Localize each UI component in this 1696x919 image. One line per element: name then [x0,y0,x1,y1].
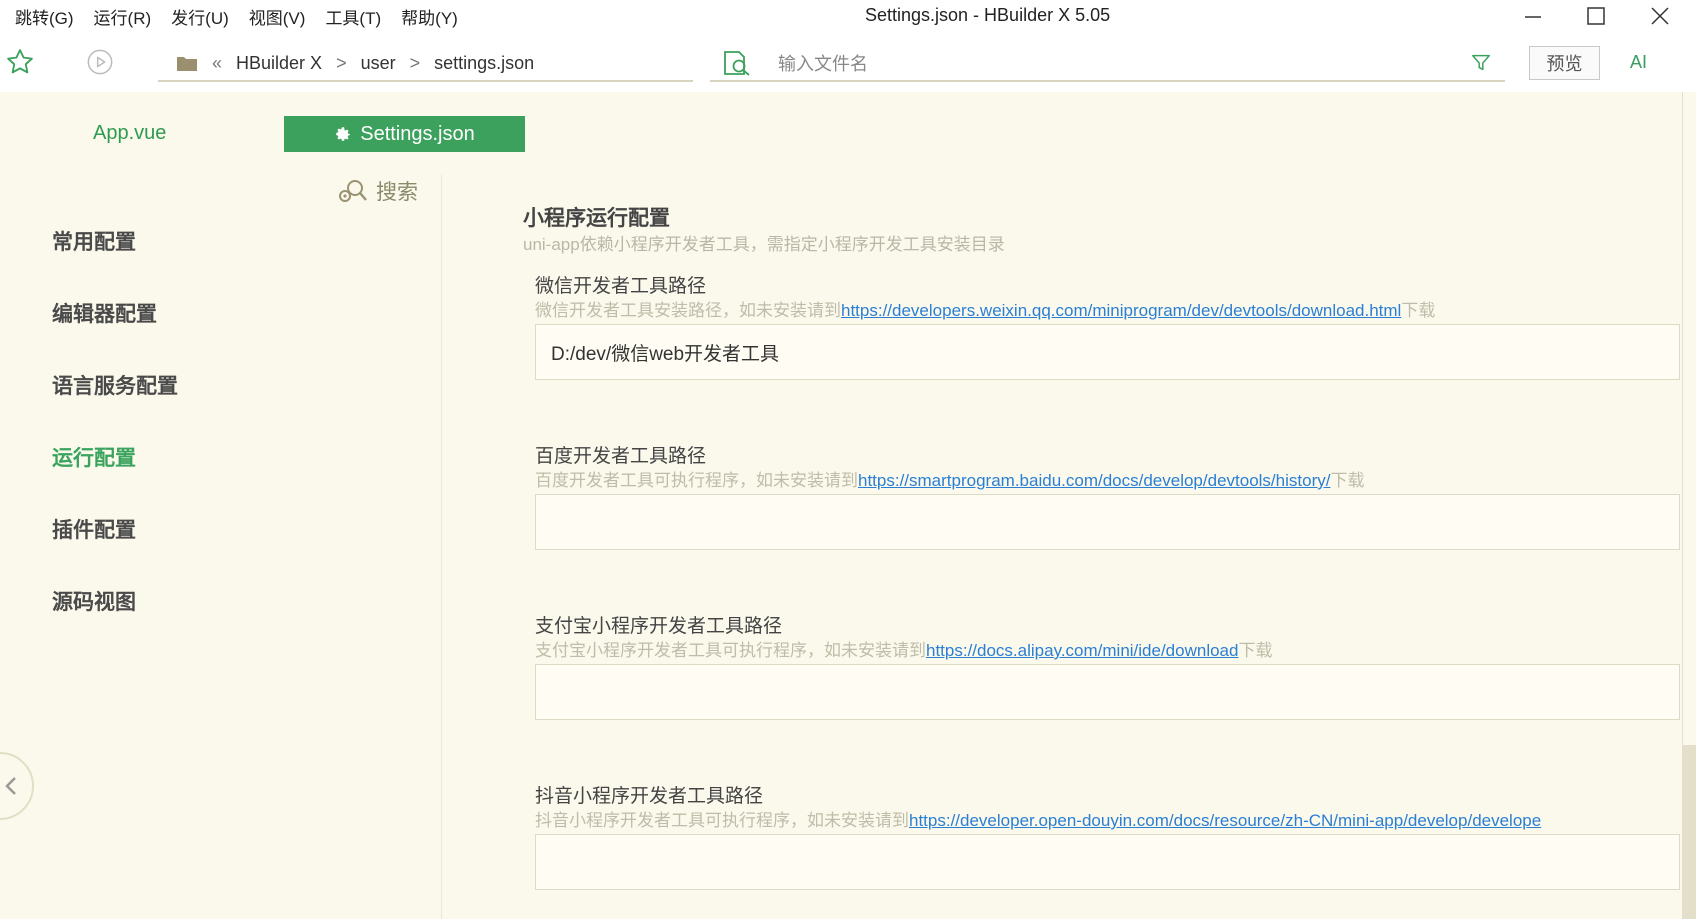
help-suffix: 下载 [1401,301,1436,320]
chevron-left-icon [5,777,16,795]
field-help: 百度开发者工具可执行程序，如未安装请到https://smartprogram.… [535,470,1680,492]
menu-bar: 跳转(G) 运行(R) 发行(U) 视图(V) 工具(T) 帮助(Y) [14,4,459,29]
download-link[interactable]: https://developer.open-douyin.com/docs/r… [909,811,1541,830]
field-help: 微信开发者工具安装路径，如未安装请到https://developers.wei… [535,300,1680,322]
setting-douyin-devtools: 抖音小程序开发者工具路径 抖音小程序开发者工具可执行程序，如未安装请到https… [535,784,1680,890]
file-search-input[interactable] [776,50,1376,78]
help-suffix: 下载 [1238,641,1273,660]
favorite-button[interactable] [4,46,36,78]
file-search-icon [724,51,750,76]
breadcrumb-item-hbuilder[interactable]: HBuilder X [236,53,322,74]
help-suffix: 下载 [1330,471,1365,490]
setting-baidu-devtools: 百度开发者工具路径 百度开发者工具可执行程序，如未安装请到https://sma… [535,444,1680,550]
field-label: 抖音小程序开发者工具路径 [535,786,764,807]
help-text: 百度开发者工具可执行程序，如未安装请到 [535,471,858,490]
toolbar: « HBuilder X > user > settings.json 预览 A… [0,32,1696,92]
chevron-right-icon: > [409,52,421,73]
menu-publish[interactable]: 发行(U) [170,4,230,29]
chevron-right-icon: > [336,52,347,73]
menu-help[interactable]: 帮助(Y) [400,4,459,29]
weixin-devtools-path-input[interactable] [535,324,1680,380]
gear-icon [336,127,350,141]
close-button[interactable] [1630,0,1690,32]
menu-view[interactable]: 视图(V) [248,4,307,29]
filter-icon[interactable] [1470,52,1492,74]
double-chevron-left-icon[interactable]: « [212,53,222,74]
play-circle-icon [87,49,113,75]
field-help: 支付宝小程序开发者工具可执行程序，如未安装请到https://docs.alip… [535,640,1680,662]
download-link[interactable]: https://developers.weixin.qq.com/minipro… [841,301,1401,320]
settings-nav: 常用配置 编辑器配置 语言服务配置 运行配置 插件配置 源码视图 [52,226,178,658]
minimize-icon [1525,16,1541,18]
preview-button[interactable]: 预览 [1529,46,1600,80]
menu-run[interactable]: 运行(R) [93,4,153,29]
menu-goto[interactable]: 跳转(G) [14,4,75,29]
file-search-box [710,46,1505,82]
title-bar: 跳转(G) 运行(R) 发行(U) 视图(V) 工具(T) 帮助(Y) Sett… [0,0,1696,32]
ai-button[interactable]: AI [1630,52,1647,73]
run-button[interactable] [84,46,116,78]
help-text: 抖音小程序开发者工具可执行程序，如未安装请到 [535,811,909,830]
field-label: 微信开发者工具路径 [535,276,707,297]
douyin-devtools-path-input[interactable] [535,834,1680,890]
nav-item-language-service[interactable]: 语言服务配置 [52,370,178,442]
settings-search-link[interactable]: 搜索 [336,176,418,206]
nav-item-general[interactable]: 常用配置 [52,226,178,298]
collapse-sidebar-button[interactable] [0,752,34,820]
minimize-button[interactable] [1503,0,1563,32]
close-icon [1651,7,1669,25]
download-link[interactable]: https://smartprogram.baidu.com/docs/deve… [858,471,1330,490]
field-help: 抖音小程序开发者工具可执行程序，如未安装请到https://developer.… [535,810,1680,832]
field-label: 支付宝小程序开发者工具路径 [535,616,783,637]
tab-settings-label: Settings.json [360,122,475,145]
breadcrumb-item-user[interactable]: user [361,53,396,74]
tab-settings-json[interactable]: Settings.json [284,116,525,152]
nav-item-editor[interactable]: 编辑器配置 [52,298,178,370]
breadcrumb: « HBuilder X > user > settings.json [158,46,693,82]
search-settings-icon [339,180,367,202]
tab-app-vue[interactable]: App.vue [93,122,166,145]
star-icon [7,49,33,74]
nav-item-source-view[interactable]: 源码视图 [52,586,178,658]
scrollbar-thumb[interactable] [1682,745,1696,919]
maximize-icon [1587,7,1605,25]
baidu-devtools-path-input[interactable] [535,494,1680,550]
field-label: 百度开发者工具路径 [535,446,707,467]
maximize-button[interactable] [1566,0,1626,32]
help-text: 支付宝小程序开发者工具可执行程序，如未安装请到 [535,641,926,660]
alipay-devtools-path-input[interactable] [535,664,1680,720]
nav-item-run[interactable]: 运行配置 [52,442,178,514]
nav-item-plugins[interactable]: 插件配置 [52,514,178,586]
download-link[interactable]: https://docs.alipay.com/mini/ide/downloa… [926,641,1238,660]
help-text: 微信开发者工具安装路径，如未安装请到 [535,301,841,320]
breadcrumb-item-file[interactable]: settings.json [434,53,534,74]
setting-alipay-devtools: 支付宝小程序开发者工具路径 支付宝小程序开发者工具可执行程序，如未安装请到htt… [535,614,1680,720]
nav-divider [441,175,442,919]
menu-tools[interactable]: 工具(T) [324,4,382,29]
search-label: 搜索 [376,181,418,204]
section-description: uni-app依赖小程序开发者工具，需指定小程序开发工具安装目录 [523,235,1005,254]
window-title: Settings.json - HBuilder X 5.05 [865,5,1111,25]
setting-weixin-devtools: 微信开发者工具路径 微信开发者工具安装路径，如未安装请到https://deve… [535,274,1680,380]
folder-icon [177,57,197,71]
section-title: 小程序运行配置 [523,207,670,230]
